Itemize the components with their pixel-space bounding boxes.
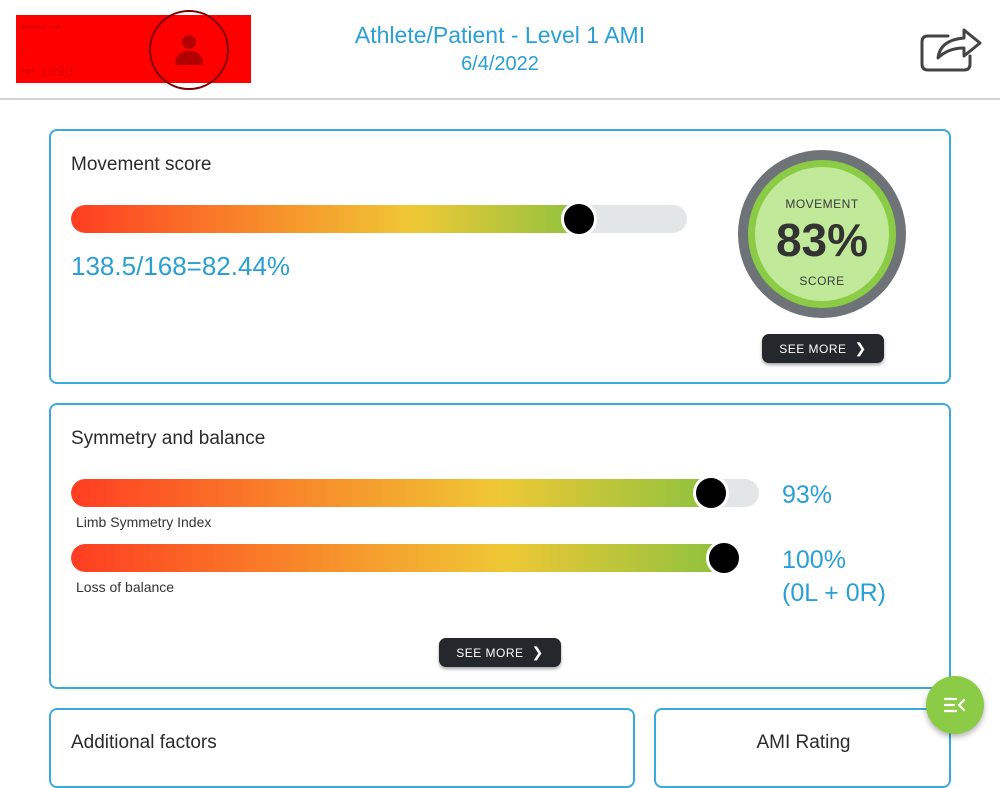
symmetry-balance-title: Symmetry and balance: [71, 428, 266, 449]
loss-of-balance-value: 100%: [782, 546, 846, 574]
menu-collapse-icon: [944, 697, 966, 713]
person-icon: [175, 35, 203, 65]
gauge-label-top: MOVEMENT: [785, 197, 859, 211]
gauge-value: 83%: [775, 214, 869, 266]
loss-of-balance-detail: (0L + 0R): [782, 579, 886, 607]
limb-symmetry-knob[interactable]: [693, 475, 729, 511]
session-date: 6/4/2022: [461, 53, 539, 75]
chevron-right-icon: ❯: [854, 340, 867, 356]
limb-symmetry-value: 93%: [782, 481, 833, 509]
gauge-label-bottom: SCORE: [799, 274, 845, 288]
see-more-label: SEE MORE: [779, 341, 847, 356]
ami-rating-card: AMI Rating: [654, 708, 951, 788]
loss-of-balance-knob[interactable]: [706, 540, 742, 576]
symmetry-see-more-button[interactable]: SEE MORE ❯: [439, 638, 561, 667]
gauge-ring: MOVEMENT 83% SCORE: [748, 160, 896, 308]
menu-fab-button[interactable]: [926, 676, 984, 734]
share-icon: [920, 28, 982, 72]
loss-of-balance-fill: [71, 544, 739, 572]
limb-symmetry-label: Limb Symmetry Index: [76, 514, 212, 530]
movement-score-formula: 138.5/168=82.44%: [71, 251, 291, 281]
movement-score-gauge: MOVEMENT 83% SCORE: [738, 150, 906, 318]
redacted-name: ••••• ••: [20, 19, 61, 36]
movement-score-knob[interactable]: [561, 201, 597, 237]
additional-factors-title: Additional factors: [71, 732, 217, 753]
redacted-dob: ••• 1990: [20, 63, 74, 80]
limb-symmetry-fill: [71, 479, 729, 507]
movement-see-more-button[interactable]: SEE MORE ❯: [762, 334, 884, 363]
ami-rating-title: AMI Rating: [756, 732, 851, 753]
loss-of-balance-bar: [71, 544, 739, 572]
chevron-right-icon: ❯: [531, 644, 544, 660]
avatar[interactable]: [149, 10, 229, 90]
app-header: ••••• •• • ••• 1990 Athlete/Patient - Le…: [0, 0, 1000, 100]
redacted-id: •: [20, 41, 26, 58]
page-title: Athlete/Patient - Level 1 AMI: [354, 22, 646, 48]
additional-factors-card: Additional factors: [49, 708, 635, 788]
movement-score-title: Movement score: [71, 154, 212, 175]
share-button[interactable]: [918, 22, 984, 74]
limb-symmetry-bar: [71, 479, 759, 507]
movement-score-fill: [71, 205, 597, 233]
loss-of-balance-label: Loss of balance: [76, 579, 175, 595]
gauge-face: MOVEMENT 83% SCORE: [755, 167, 889, 301]
see-more-label: SEE MORE: [456, 645, 524, 660]
symmetry-balance-card: Symmetry and balance Limb Symmetry Index…: [49, 403, 951, 689]
